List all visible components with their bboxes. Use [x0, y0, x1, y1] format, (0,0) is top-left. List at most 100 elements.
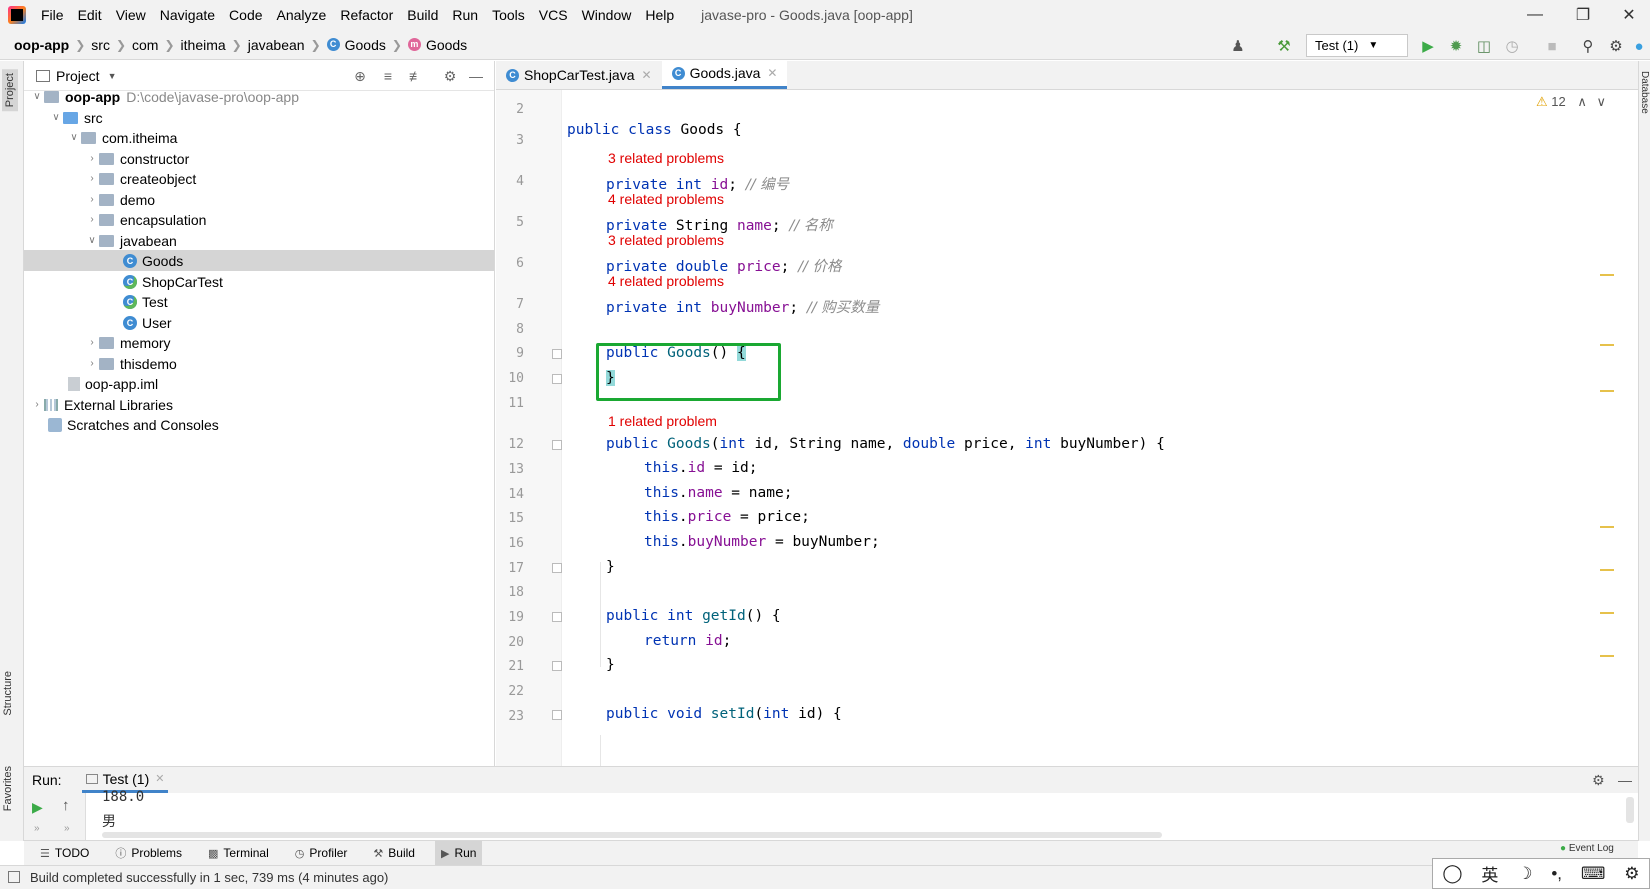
warning-marker[interactable]: [1600, 569, 1614, 571]
chevron-down-icon[interactable]: ▼: [108, 71, 117, 81]
fold-icon[interactable]: [552, 440, 562, 450]
settings-gear-icon[interactable]: ⚙: [1606, 36, 1626, 56]
run-config-select[interactable]: Test (1) ▼: [1306, 34, 1408, 57]
chevron-down-icon[interactable]: ∨: [30, 91, 44, 102]
fold-icon[interactable]: [552, 349, 562, 359]
breadcrumb-class[interactable]: C Goods: [326, 37, 386, 53]
moon-icon[interactable]: ☽: [1517, 864, 1532, 884]
menu-analyze[interactable]: Analyze: [270, 7, 334, 23]
tab-goods[interactable]: C Goods.java ✕: [661, 60, 788, 89]
related-problems-hint[interactable]: 1 related problem: [608, 413, 717, 429]
build-hammer-icon[interactable]: ⚒: [1274, 36, 1294, 56]
warning-marker[interactable]: [1600, 612, 1614, 614]
tool-tab-run[interactable]: ▶ Run: [434, 840, 483, 866]
chevron-up-icon[interactable]: ∧: [1577, 94, 1587, 109]
tree-item-demo[interactable]: › demo: [24, 189, 494, 210]
menu-file[interactable]: File: [34, 7, 71, 23]
chevron-right-icon[interactable]: ›: [85, 194, 99, 205]
profile-icon[interactable]: ◷: [1502, 36, 1522, 56]
breadcrumb-itheima[interactable]: itheima: [181, 37, 226, 53]
warning-marker[interactable]: [1600, 390, 1614, 392]
code-editor[interactable]: public class Goods { 3 related problems …: [563, 90, 1638, 766]
run-console[interactable]: 188.0 男: [24, 789, 1638, 840]
tool-tab-terminal[interactable]: ▩ Terminal: [202, 841, 275, 866]
menu-code[interactable]: Code: [222, 7, 269, 23]
fold-icon[interactable]: [552, 710, 562, 720]
more-icon[interactable]: »: [64, 823, 70, 834]
warning-marker[interactable]: [1600, 655, 1614, 657]
breadcrumb-com[interactable]: com: [132, 37, 158, 53]
menu-window[interactable]: Window: [575, 7, 639, 23]
event-log-button[interactable]: ● Event Log: [1560, 843, 1614, 854]
ime-logo-icon[interactable]: ◯: [1442, 863, 1462, 884]
ime-language-toggle[interactable]: 英: [1481, 861, 1498, 886]
minimize-icon[interactable]: —: [1512, 0, 1558, 30]
stop-icon[interactable]: ■: [1542, 36, 1562, 56]
tree-item-root[interactable]: ∨ oop-app D:\code\javase-pro\oop-app: [24, 86, 494, 107]
debug-icon[interactable]: ✹: [1446, 36, 1466, 56]
tool-tab-problems[interactable]: ⓘ Problems: [109, 841, 188, 866]
project-tool-tab[interactable]: Project: [2, 69, 18, 112]
tree-item-createobject[interactable]: › createobject: [24, 168, 494, 189]
tree-item-external-libraries[interactable]: › External Libraries: [24, 394, 494, 415]
warnings-indicator[interactable]: ⚠ 12 ∧ ∨: [1536, 94, 1606, 110]
horizontal-scrollbar[interactable]: [102, 832, 1162, 838]
arrow-up-icon[interactable]: ↑: [62, 797, 70, 814]
hide-panel-icon[interactable]: —: [1618, 772, 1632, 788]
tree-item-goods[interactable]: C Goods: [24, 250, 494, 271]
restore-icon[interactable]: ❐: [1560, 0, 1606, 30]
project-view-select[interactable]: Project: [56, 68, 100, 84]
keyboard-icon[interactable]: ⌨: [1581, 864, 1606, 884]
rerun-icon[interactable]: ▶: [32, 799, 43, 816]
toggle-tool-windows-icon[interactable]: [8, 871, 20, 883]
tree-item-scratches[interactable]: Scratches and Consoles: [24, 414, 494, 435]
menu-refactor[interactable]: Refactor: [333, 7, 400, 23]
tree-item-memory[interactable]: › memory: [24, 332, 494, 353]
tree-item-thisdemo[interactable]: › thisdemo: [24, 353, 494, 374]
menu-run[interactable]: Run: [445, 7, 485, 23]
tree-item-shopcartest[interactable]: C ShopCarTest: [24, 271, 494, 292]
settings-gear-icon[interactable]: ⚙: [1624, 864, 1639, 884]
error-stripe[interactable]: [1600, 90, 1614, 766]
tree-item-javabean[interactable]: ∨ javabean: [24, 230, 494, 251]
tool-tab-todo[interactable]: ☰ TODO: [34, 841, 95, 866]
locate-icon[interactable]: ⊕: [352, 68, 368, 84]
related-problems-hint[interactable]: 3 related problems: [608, 232, 724, 248]
related-problems-hint[interactable]: 4 related problems: [608, 191, 724, 207]
tree-item-constructor[interactable]: › constructor: [24, 148, 494, 169]
tree-item-user[interactable]: C User: [24, 312, 494, 333]
jetbrains-icon[interactable]: ●: [1632, 36, 1646, 56]
chevron-down-icon[interactable]: ∨: [49, 112, 63, 123]
tab-shopcartest[interactable]: C ShopCarTest.java ✕: [496, 61, 662, 89]
menu-build[interactable]: Build: [400, 7, 445, 23]
warning-marker[interactable]: [1600, 526, 1614, 528]
chevron-right-icon[interactable]: ›: [30, 399, 44, 410]
expand-all-icon[interactable]: ≡: [380, 68, 396, 84]
fold-icon[interactable]: [552, 661, 562, 671]
tree-item-package[interactable]: ∨ com.itheima: [24, 127, 494, 148]
gear-icon[interactable]: ⚙: [1592, 772, 1605, 789]
collapse-all-icon[interactable]: ≢: [408, 68, 424, 84]
user-icon[interactable]: ♟: [1228, 36, 1248, 56]
search-icon[interactable]: ⚲: [1578, 36, 1598, 56]
breadcrumb-project[interactable]: oop-app: [14, 37, 69, 53]
related-problems-hint[interactable]: 3 related problems: [608, 150, 724, 166]
close-icon[interactable]: ✕: [1606, 0, 1650, 30]
chevron-down-icon[interactable]: ∨: [67, 132, 81, 143]
breadcrumb-src[interactable]: src: [91, 37, 110, 53]
menu-view[interactable]: View: [109, 7, 153, 23]
structure-tool-tab[interactable]: Structure: [2, 671, 14, 716]
hide-panel-icon[interactable]: —: [468, 68, 484, 84]
tool-tab-build[interactable]: ⚒ Build: [367, 841, 421, 866]
chevron-right-icon[interactable]: ›: [85, 173, 99, 184]
fold-icon[interactable]: [552, 563, 562, 573]
close-icon[interactable]: ✕: [767, 66, 777, 80]
breadcrumb-method[interactable]: m Goods: [407, 37, 467, 53]
menu-navigate[interactable]: Navigate: [153, 7, 222, 23]
gear-icon[interactable]: ⚙: [442, 68, 458, 84]
chevron-right-icon[interactable]: ›: [85, 358, 99, 369]
vertical-scrollbar[interactable]: [1626, 797, 1634, 823]
more-icon[interactable]: »: [34, 823, 40, 834]
chevron-right-icon[interactable]: ›: [85, 337, 99, 348]
menu-edit[interactable]: Edit: [71, 7, 109, 23]
